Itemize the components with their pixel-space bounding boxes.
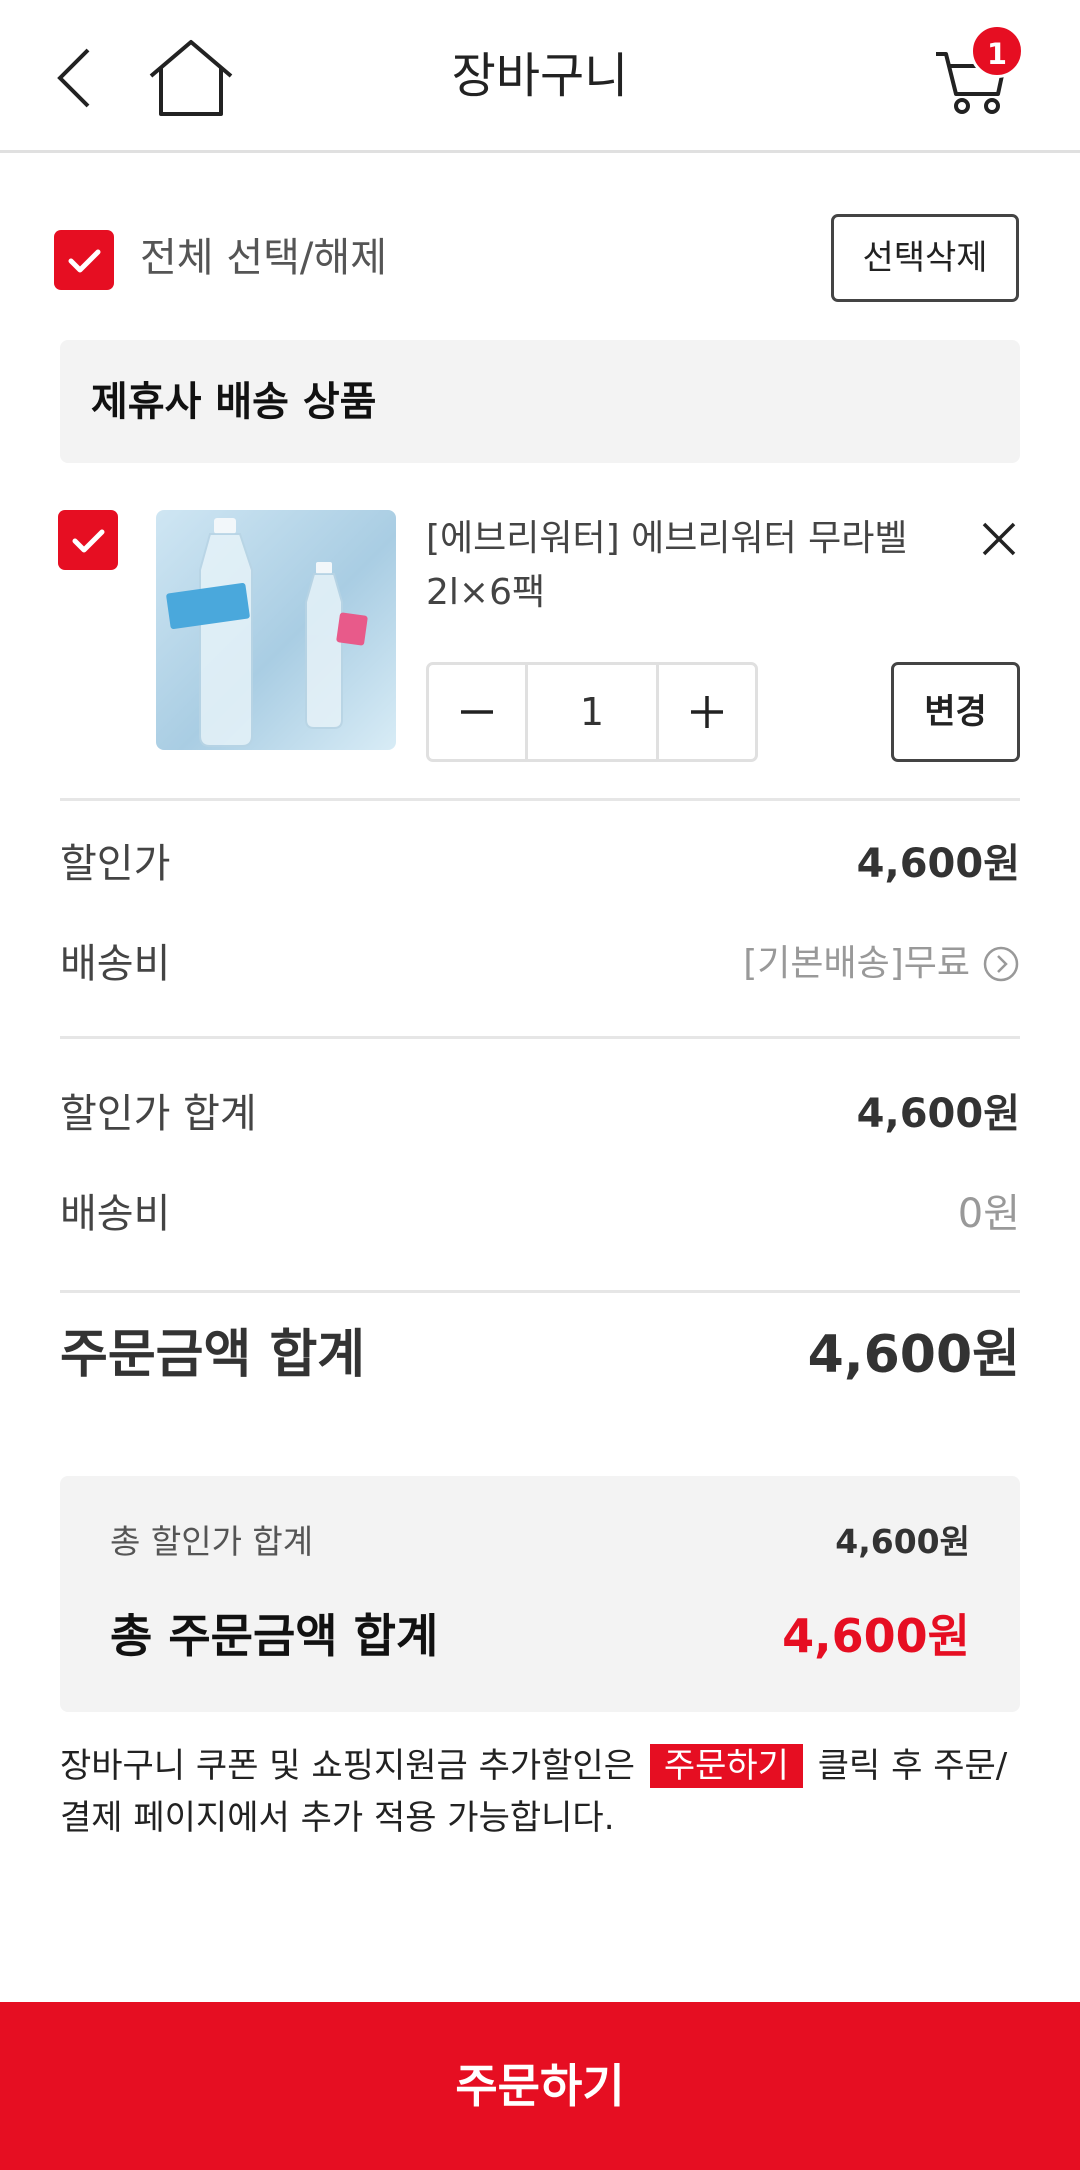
increase-quantity-button[interactable] [656, 665, 755, 759]
coupon-notice: 장바구니 쿠폰 및 쇼핑지원금 추가할인은 주문하기 클릭 후 주문/결제 페이… [60, 1740, 1020, 1844]
divider [60, 1290, 1020, 1293]
change-quantity-button[interactable]: 변경 [891, 662, 1020, 762]
quantity-input[interactable]: 1 [528, 665, 656, 759]
product-image[interactable] [156, 510, 396, 750]
top-bar: 장바구니 1 [0, 0, 1080, 153]
section-title: 제휴사 배송 상품 [91, 379, 377, 425]
discount-sum-value: 4,600원 [856, 1091, 1020, 1137]
decrease-quantity-button[interactable] [429, 665, 528, 759]
select-all-checkbox[interactable] [54, 230, 114, 290]
shipping-total-label: 배송비 [60, 1191, 171, 1237]
notice-order-tag: 주문하기 [649, 1744, 803, 1788]
water-bottle-image [166, 518, 368, 747]
order-total-label: 주문금액 합계 [60, 1325, 366, 1385]
discount-price-label: 할인가 [60, 841, 171, 887]
divider [60, 798, 1020, 801]
quantity-stepper: 1 [426, 662, 758, 762]
divider [60, 1036, 1020, 1039]
select-all-label[interactable]: 전체 선택/해제 [140, 232, 387, 284]
order-total-value: 4,600원 [807, 1325, 1020, 1385]
check-icon [68, 249, 101, 273]
plus-icon [691, 696, 723, 728]
page-title: 장바구니 [451, 48, 629, 104]
discount-price-value: 4,600원 [856, 841, 1020, 887]
total-order-value: 4,600원 [782, 1609, 970, 1663]
product-checkbox[interactable] [58, 510, 118, 570]
discount-sum-label: 할인가 합계 [60, 1091, 257, 1137]
order-button[interactable]: 주문하기 [0, 2002, 1080, 2170]
cart-count-badge: 1 [970, 24, 1024, 78]
shipping-total-value: 0원 [957, 1191, 1020, 1237]
total-order-label: 총 주문금액 합계 [110, 1609, 439, 1663]
minus-icon [461, 710, 493, 714]
shipping-info-text: [기본배송]무료 [743, 943, 970, 984]
remove-item-button[interactable] [976, 516, 1022, 562]
section-header: 제휴사 배송 상품 [60, 340, 1020, 463]
product-name[interactable]: [에브리워터] 에브리워터 무라벨 2l×6팩 [426, 512, 946, 620]
summary-box: 총 할인가 합계 4,600원 총 주문금액 합계 4,600원 [60, 1476, 1020, 1712]
chevron-right-circle-icon [983, 946, 1019, 982]
notice-text-before: 장바구니 쿠폰 및 쇼핑지원금 추가할인은 [60, 1746, 635, 1786]
check-icon [72, 529, 105, 553]
delete-selected-button[interactable]: 선택삭제 [831, 214, 1019, 302]
shipping-fee-label: 배송비 [60, 941, 171, 987]
total-discount-label: 총 할인가 합계 [110, 1522, 314, 1561]
shipping-info-link[interactable]: [기본배송]무료 [743, 938, 1020, 990]
close-icon [982, 522, 1016, 556]
total-discount-value: 4,600원 [835, 1522, 970, 1561]
